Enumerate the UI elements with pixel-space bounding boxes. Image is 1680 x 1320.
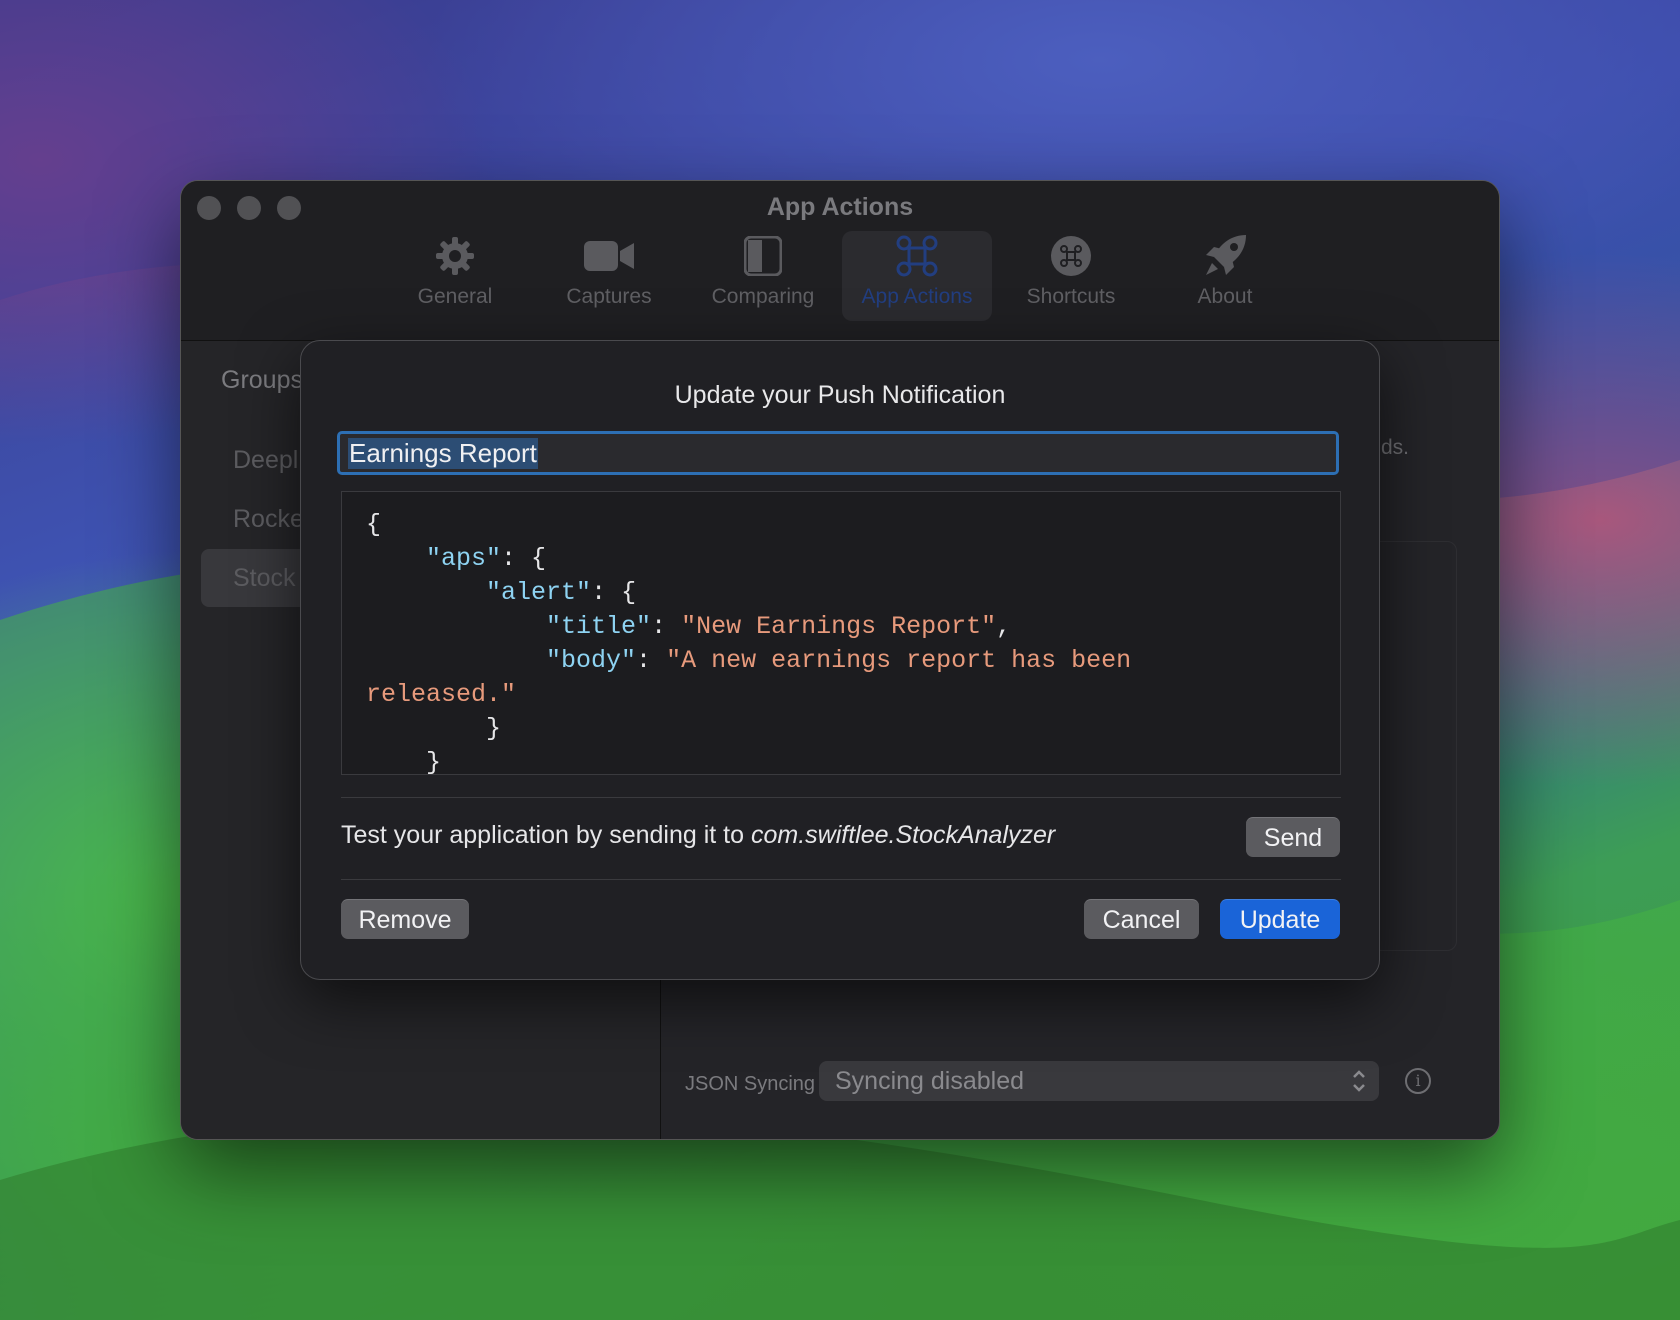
command-icon bbox=[895, 233, 939, 279]
background-partial-text: ds. bbox=[1381, 436, 1410, 459]
json-syncing-value: Syncing disabled bbox=[835, 1067, 1025, 1095]
window-titlebar: App Actions General Captures Comparing A… bbox=[181, 181, 1499, 341]
tab-app-actions-label: App Actions bbox=[861, 285, 973, 308]
json-value-title: "New Earnings Report" bbox=[681, 612, 997, 641]
tab-comparing-label: Comparing bbox=[711, 285, 815, 308]
send-button[interactable]: Send bbox=[1246, 817, 1340, 857]
tab-comparing[interactable]: Comparing bbox=[688, 231, 838, 321]
command-circle-icon bbox=[1050, 233, 1092, 279]
video-camera-icon bbox=[584, 233, 634, 279]
json-key-title: "title" bbox=[546, 612, 652, 641]
groups-heading: Groups bbox=[221, 366, 303, 394]
remove-button[interactable]: Remove bbox=[341, 899, 469, 939]
divider bbox=[341, 879, 1341, 880]
json-key-aps: "aps" bbox=[426, 544, 502, 573]
tab-about-label: About bbox=[1197, 285, 1253, 308]
json-syncing-select[interactable]: Syncing disabled bbox=[819, 1061, 1379, 1101]
split-view-icon bbox=[744, 233, 782, 279]
cancel-button[interactable]: Cancel bbox=[1084, 899, 1199, 939]
rocket-icon bbox=[1202, 233, 1248, 279]
json-syncing-label: JSON Syncing bbox=[685, 1073, 816, 1095]
tab-captures[interactable]: Captures bbox=[534, 231, 684, 321]
tab-general-label: General bbox=[417, 285, 493, 308]
tab-captures-label: Captures bbox=[566, 285, 652, 308]
chevron-up-down-icon bbox=[1351, 1067, 1367, 1107]
tab-shortcuts[interactable]: Shortcuts bbox=[996, 231, 1146, 321]
json-syncing-row: JSON Syncing Syncing disabled i bbox=[661, 1061, 1499, 1121]
notification-name-field[interactable]: Earnings Report bbox=[337, 431, 1339, 475]
window-title: App Actions bbox=[766, 193, 914, 221]
info-icon[interactable]: i bbox=[1405, 1068, 1431, 1094]
update-notification-sheet: Update your Push Notification Earnings R… bbox=[300, 340, 1380, 980]
tab-app-actions[interactable]: App Actions bbox=[842, 231, 992, 321]
update-button[interactable]: Update bbox=[1220, 899, 1340, 939]
preferences-toolbar: General Captures Comparing App Actions S… bbox=[181, 231, 1499, 321]
tab-shortcuts-label: Shortcuts bbox=[1026, 285, 1116, 308]
payload-editor[interactable]: { "aps": { "alert": { "title": "New Earn… bbox=[341, 491, 1341, 775]
tab-general[interactable]: General bbox=[380, 231, 530, 321]
notification-name-value: Earnings Report bbox=[348, 437, 538, 469]
json-key-alert: "alert" bbox=[486, 578, 592, 607]
sheet-title: Update your Push Notification bbox=[674, 381, 1006, 409]
test-description: Test your application by sending it to c… bbox=[341, 821, 1055, 850]
test-prefix: Test your application by sending it to bbox=[341, 821, 751, 849]
bundle-id: com.swiftlee.StockAnalyzer bbox=[750, 821, 1056, 849]
tab-about[interactable]: About bbox=[1150, 231, 1300, 321]
json-value-body-line1: "A new earnings report has been bbox=[666, 646, 1132, 675]
gear-icon bbox=[434, 233, 476, 279]
divider bbox=[341, 797, 1341, 798]
json-key-body: "body" bbox=[546, 646, 637, 675]
json-value-body-line2: released." bbox=[366, 680, 517, 709]
